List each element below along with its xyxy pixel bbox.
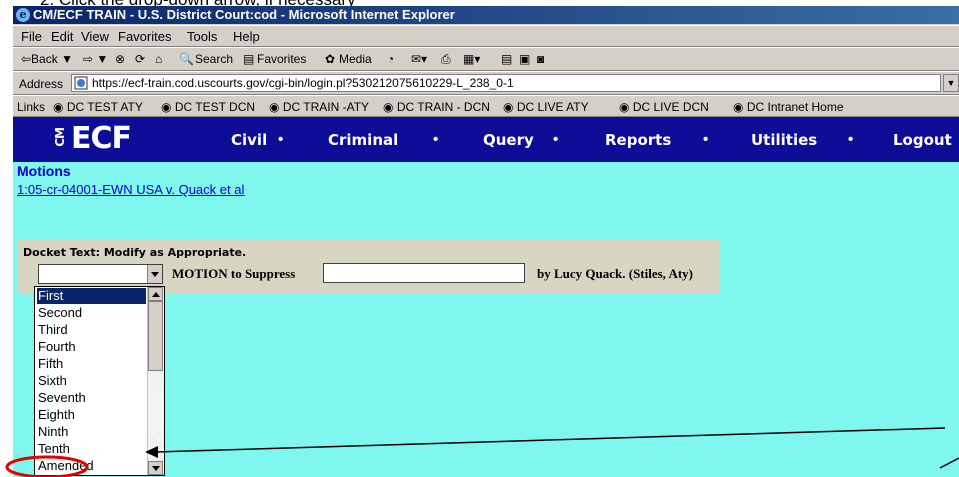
stop-icon[interactable]: ⊗ bbox=[115, 52, 125, 66]
docket-label: Docket Text: Modify as Appropriate. bbox=[23, 246, 247, 259]
nav-separator: • bbox=[278, 131, 284, 148]
dropdown-option[interactable]: Fifth bbox=[37, 356, 146, 372]
nav-separator: • bbox=[703, 131, 709, 148]
dropdown-option[interactable]: Tenth bbox=[37, 441, 146, 457]
back-button[interactable]: ⇦Back ▼ bbox=[21, 52, 73, 66]
link-dc-live-dcn[interactable]: ◉ DC LIVE DCN bbox=[619, 100, 709, 114]
dropdown-option[interactable]: Ninth bbox=[37, 424, 146, 440]
ecf-navbar: CM ECF Civil • Criminal • Query • Report… bbox=[13, 117, 959, 162]
logo-cm-text: CM bbox=[53, 128, 67, 147]
dropdown-option[interactable]: Third bbox=[37, 322, 146, 338]
menu-edit[interactable]: Edit bbox=[51, 29, 73, 44]
media-icon[interactable]: ✿ bbox=[325, 52, 335, 66]
address-dropdown-button[interactable]: ▼ bbox=[943, 74, 959, 92]
scroll-up-icon[interactable] bbox=[148, 287, 163, 301]
menu-help[interactable]: Help bbox=[233, 29, 260, 44]
dropdown-scrollbar[interactable] bbox=[147, 287, 164, 475]
dropdown-option-amended[interactable]: Amended bbox=[37, 458, 146, 474]
menu-favorites[interactable]: Favorites bbox=[118, 29, 171, 44]
dropdown-option[interactable]: First bbox=[37, 288, 146, 304]
links-label: Links bbox=[17, 100, 46, 114]
page-content: Motions 1:05-cr-04001-EWN USA v. Quack e… bbox=[13, 162, 959, 477]
address-input[interactable]: https://ecf-train.cod.uscourts.gov/cgi-b… bbox=[71, 74, 941, 92]
page-icon bbox=[74, 76, 88, 90]
nav-utilities[interactable]: Utilities bbox=[751, 131, 817, 149]
links-bar: Links ◉ DC TEST ATY ◉ DC TEST DCN ◉ DC T… bbox=[13, 95, 959, 117]
menu-tools[interactable]: Tools bbox=[187, 29, 217, 44]
toolbar: ⇦Back ▼ ⇨ ▼ ⊗ ⟳ ⌂ 🔍 Search ▤ Favorites ✿… bbox=[13, 47, 959, 71]
logo-ecf-text: ECF bbox=[71, 121, 132, 156]
link-dc-test-dcn[interactable]: ◉ DC TEST DCN bbox=[161, 100, 255, 114]
address-bar: Address https://ecf-train.cod.uscourts.g… bbox=[13, 71, 959, 95]
history-icon[interactable]: ◔ bbox=[387, 52, 394, 66]
discuss-icon[interactable]: ▤ bbox=[501, 52, 512, 66]
home-icon[interactable]: ⌂ bbox=[155, 52, 162, 66]
case-link[interactable]: 1:05-cr-04001-EWN USA v. Quack et al bbox=[17, 182, 244, 197]
motion-text-input[interactable] bbox=[323, 263, 525, 283]
modifier-dropdown-list[interactable]: First Second Third Fourth Fifth Sixth Se… bbox=[34, 286, 165, 476]
page-title: Motions bbox=[17, 163, 71, 179]
refresh-icon[interactable]: ⟳ bbox=[135, 52, 145, 66]
link-dc-train-aty[interactable]: ◉ DC TRAIN -ATY bbox=[269, 100, 369, 114]
menu-bar: File Edit View Favorites Tools Help bbox=[13, 25, 959, 47]
messenger-icon[interactable]: ▣ bbox=[519, 52, 530, 66]
title-bar: e CM/ECF TRAIN - U.S. District Court:cod… bbox=[13, 6, 959, 24]
link-dc-test-aty[interactable]: ◉ DC TEST ATY bbox=[53, 100, 143, 114]
motion-modifier-select[interactable] bbox=[38, 264, 163, 284]
search-button[interactable]: Search bbox=[195, 52, 233, 66]
favorites-icon[interactable]: ▤ bbox=[243, 52, 254, 66]
link-dc-intranet-home[interactable]: ◉ DC Intranet Home bbox=[733, 100, 844, 114]
nav-separator: • bbox=[433, 131, 439, 148]
link-dc-train-dcn[interactable]: ◉ DC TRAIN - DCN bbox=[383, 100, 490, 114]
address-label: Address bbox=[19, 77, 64, 91]
nav-reports[interactable]: Reports bbox=[605, 131, 671, 149]
browser-window: e CM/ECF TRAIN - U.S. District Court:cod… bbox=[12, 6, 959, 477]
docket-text-panel: Docket Text: Modify as Appropriate. MOTI… bbox=[17, 239, 719, 293]
nav-separator: • bbox=[553, 131, 559, 148]
edit-icon[interactable]: ▦▾ bbox=[463, 52, 480, 66]
favorites-button[interactable]: Favorites bbox=[257, 52, 306, 66]
research-icon[interactable]: ◙ bbox=[537, 52, 544, 66]
scroll-thumb[interactable] bbox=[148, 301, 163, 371]
nav-separator: • bbox=[848, 131, 854, 148]
select-arrow-icon[interactable] bbox=[147, 265, 162, 283]
dropdown-option[interactable]: Fourth bbox=[37, 339, 146, 355]
menu-file[interactable]: File bbox=[21, 29, 42, 44]
mail-icon[interactable]: ✉▾ bbox=[411, 52, 427, 66]
nav-criminal[interactable]: Criminal bbox=[328, 131, 398, 149]
print-icon[interactable]: ⎙ bbox=[441, 52, 451, 67]
ecf-logo[interactable]: CM ECF bbox=[53, 121, 132, 156]
motion-text: MOTION to Suppress bbox=[172, 266, 296, 281]
link-dc-live-aty[interactable]: ◉ DC LIVE ATY bbox=[503, 100, 589, 114]
dropdown-option[interactable]: Seventh bbox=[37, 390, 146, 406]
forward-button[interactable]: ⇨ ▼ bbox=[83, 52, 108, 66]
dropdown-option[interactable]: Eighth bbox=[37, 407, 146, 423]
window-title: CM/ECF TRAIN - U.S. District Court:cod -… bbox=[33, 7, 455, 22]
scroll-down-icon[interactable] bbox=[148, 461, 163, 475]
nav-logout[interactable]: Logout bbox=[893, 131, 952, 149]
nav-query[interactable]: Query bbox=[483, 131, 534, 149]
dropdown-option[interactable]: Second bbox=[37, 305, 146, 321]
search-icon[interactable]: 🔍 bbox=[179, 52, 194, 66]
menu-view[interactable]: View bbox=[81, 29, 109, 44]
media-button[interactable]: Media bbox=[339, 52, 372, 66]
ie-icon: e bbox=[16, 8, 30, 22]
nav-civil[interactable]: Civil bbox=[231, 131, 267, 149]
address-url: https://ecf-train.cod.uscourts.gov/cgi-b… bbox=[92, 76, 514, 90]
filer-text: by Lucy Quack. (Stiles, Aty) bbox=[537, 266, 694, 281]
dropdown-option[interactable]: Sixth bbox=[37, 373, 146, 389]
